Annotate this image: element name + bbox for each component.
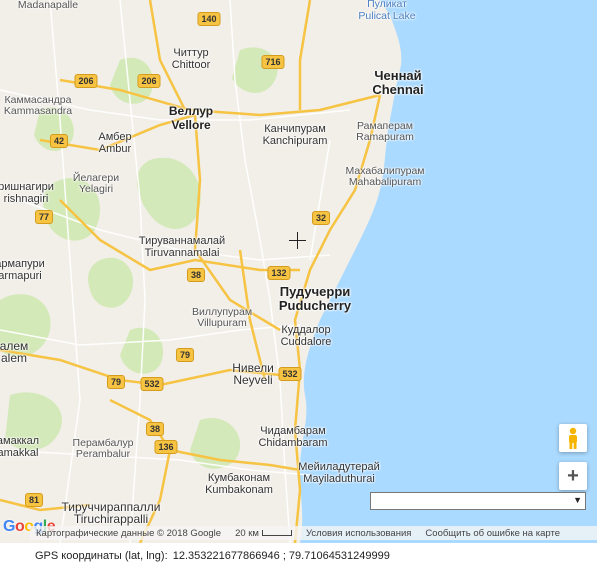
attribution-strip: Картографические данные © 2018 Google 20… [30,526,597,540]
gps-label: GPS координаты (lat, lng): [35,550,168,562]
city-label-en: Villupuram [197,317,247,329]
highway-shield-132: 132 [267,266,291,280]
city-namakkal: амаккал amakkal [0,435,39,459]
gps-value: 12.353221677866946 ; 79.71064531249999 [172,550,390,562]
city-kanchipuram: Канчипурам Kanchipuram [263,123,328,147]
highway-shield-81: 81 [24,493,44,507]
city-label-en: Chittoor [171,59,211,71]
city-villupuram: Виллупурам Villupuram [192,307,252,329]
city-label-en: Neyveli [233,373,273,387]
city-label-en: armapuri [0,270,42,282]
city-mahabalipuram: Махабалипурам Mahabalipuram [346,166,425,188]
highway-shield-32: 32 [311,211,331,225]
city-ramapuram: Рамаперам Ramapuram [356,121,414,143]
city-label-ru: Кумбаконам [207,472,271,484]
city-label-en: Yelagiri [78,183,114,195]
city-cuddalore: Куддалор Cuddalore [281,324,332,348]
city-label-ru: Куддалор [281,324,331,336]
city-label-en: alem [0,351,28,365]
city-label-ru: Канчипурам [264,123,326,135]
highway-shield-716: 716 [261,55,285,69]
city-label-en: Puducherry [278,298,352,313]
city-kumbakonam: Кумбаконам Kumbakonam [205,472,273,496]
city-label-ru: Чидамбарам [260,425,326,437]
city-label-ru: Ченнай [374,68,422,83]
city-label-en: Pulicat Lake [358,10,416,22]
chevron-down-icon: ▼ [573,495,582,505]
city-label-en: rishnagiri [3,193,49,205]
highway-shield-79: 79 [106,375,126,389]
zoom-in-button[interactable]: + [559,462,587,490]
city-krishnagiri: ришнагири rishnagiri [0,181,54,205]
city-label-en: Mahabalipuram [348,176,422,188]
map-type-select[interactable]: ▼ [370,492,586,510]
city-chennai: Ченнай Chennai [372,69,423,97]
city-label: Madanapalle [17,0,79,11]
city-yelagiri: Йелагери Yelagiri [73,173,119,195]
city-label-en: Vellore [171,118,211,132]
street-view-pegman-button[interactable] [559,424,587,452]
city-label-en: Ramapuram [356,131,414,143]
highway-shield-77: 77 [34,210,54,224]
city-label-ru: армапури [0,258,45,270]
city-dharmapuri: армапури armapuri [0,258,45,282]
highway-shield-38: 38 [186,268,206,282]
city-mayiladuthurai: Мейиладутерай Mayiladuthurai [298,461,380,485]
city-label-ru: Пудучерри [279,284,351,299]
city-kammasandra: Каммасандра Kammasandra [4,95,72,117]
highway-shield-136: 136 [154,440,178,454]
city-label-en: Kammasandra [3,105,73,117]
highway-shield-42: 42 [49,134,69,148]
city-label-en: Kumbakonam [205,484,273,496]
highway-shield-140: 140 [197,12,221,26]
map-canvas[interactable]: Madanapalle Читтур Chittoor Пуликат Puli… [0,0,597,543]
city-label-en: Tiruchirappalli [73,512,149,526]
city-label-ru: амаккал [0,435,40,447]
city-label-en: amakkal [0,447,39,459]
report-error-link[interactable]: Сообщить об ошибке на карте [425,528,560,539]
city-label-en: Chennai [372,82,424,97]
city-chidambaram: Чидамбарам Chidambaram [258,425,327,449]
city-neyveli: Нивели Neyveli [232,362,274,386]
city-label-ru: Читтур [173,47,209,59]
highway-shield-206: 206 [74,74,98,88]
gps-coordinates: GPS координаты (lat, lng): 12.3532216778… [35,550,390,562]
city-tiruchirappalli: Тируччираппалли Tiruchirappalli [62,501,161,525]
pegman-icon [569,427,577,449]
label-pulicat-lake: Пуликат Pulicat Lake [358,0,415,22]
scale-label: 20 км [235,527,259,539]
city-label-en: Mayiladuthurai [303,473,375,485]
attribution-bar: Картографические данные © 2018 Google 20… [0,526,597,542]
terms-link[interactable]: Условия использования [306,528,411,539]
city-label-en: Tiruvannamalai [144,247,220,259]
city-label-ru: Мейиладутерай [298,461,380,473]
city-chittoor: Читтур Chittoor [172,47,211,71]
city-ambur: Амбер Ambur [98,131,131,155]
scale-control[interactable]: 20 км [235,528,292,539]
crosshair-marker [289,232,306,249]
city-label-en: Perambalur [75,448,131,460]
city-vellore: Веллур Vellore [169,104,213,132]
map-data-credit: Картографические данные © 2018 Google [36,527,222,539]
city-label-en: Kanchipuram [262,135,328,147]
city-label-ru: Тируваннамалай [138,235,226,247]
city-label-en: Cuddalore [280,336,332,348]
city-tiruvannamalai: Тируваннамалай Tiruvannamalai [139,235,225,259]
city-label-ru: ришнагири [0,181,54,193]
highway-shield-532: 532 [140,377,164,391]
scale-bar [261,529,292,536]
highway-shield-79: 79 [175,348,195,362]
city-puducherry: Пудучерри Puducherry [279,285,351,313]
city-label-ru: Пуликат [367,0,407,10]
city-salem: алем alem [0,340,28,364]
city-perambalur: Перамбалур Perambalur [73,438,134,460]
highway-shield-38: 38 [145,422,165,436]
highway-shield-206: 206 [137,74,161,88]
city-madanapalle: Madanapalle [18,0,78,11]
city-label-ru: Веллур [168,104,214,118]
city-label-en: Chidambaram [258,437,328,449]
city-label-en: Ambur [98,143,132,155]
highway-shield-532: 532 [278,367,302,381]
city-label-ru: Амбер [98,131,132,143]
